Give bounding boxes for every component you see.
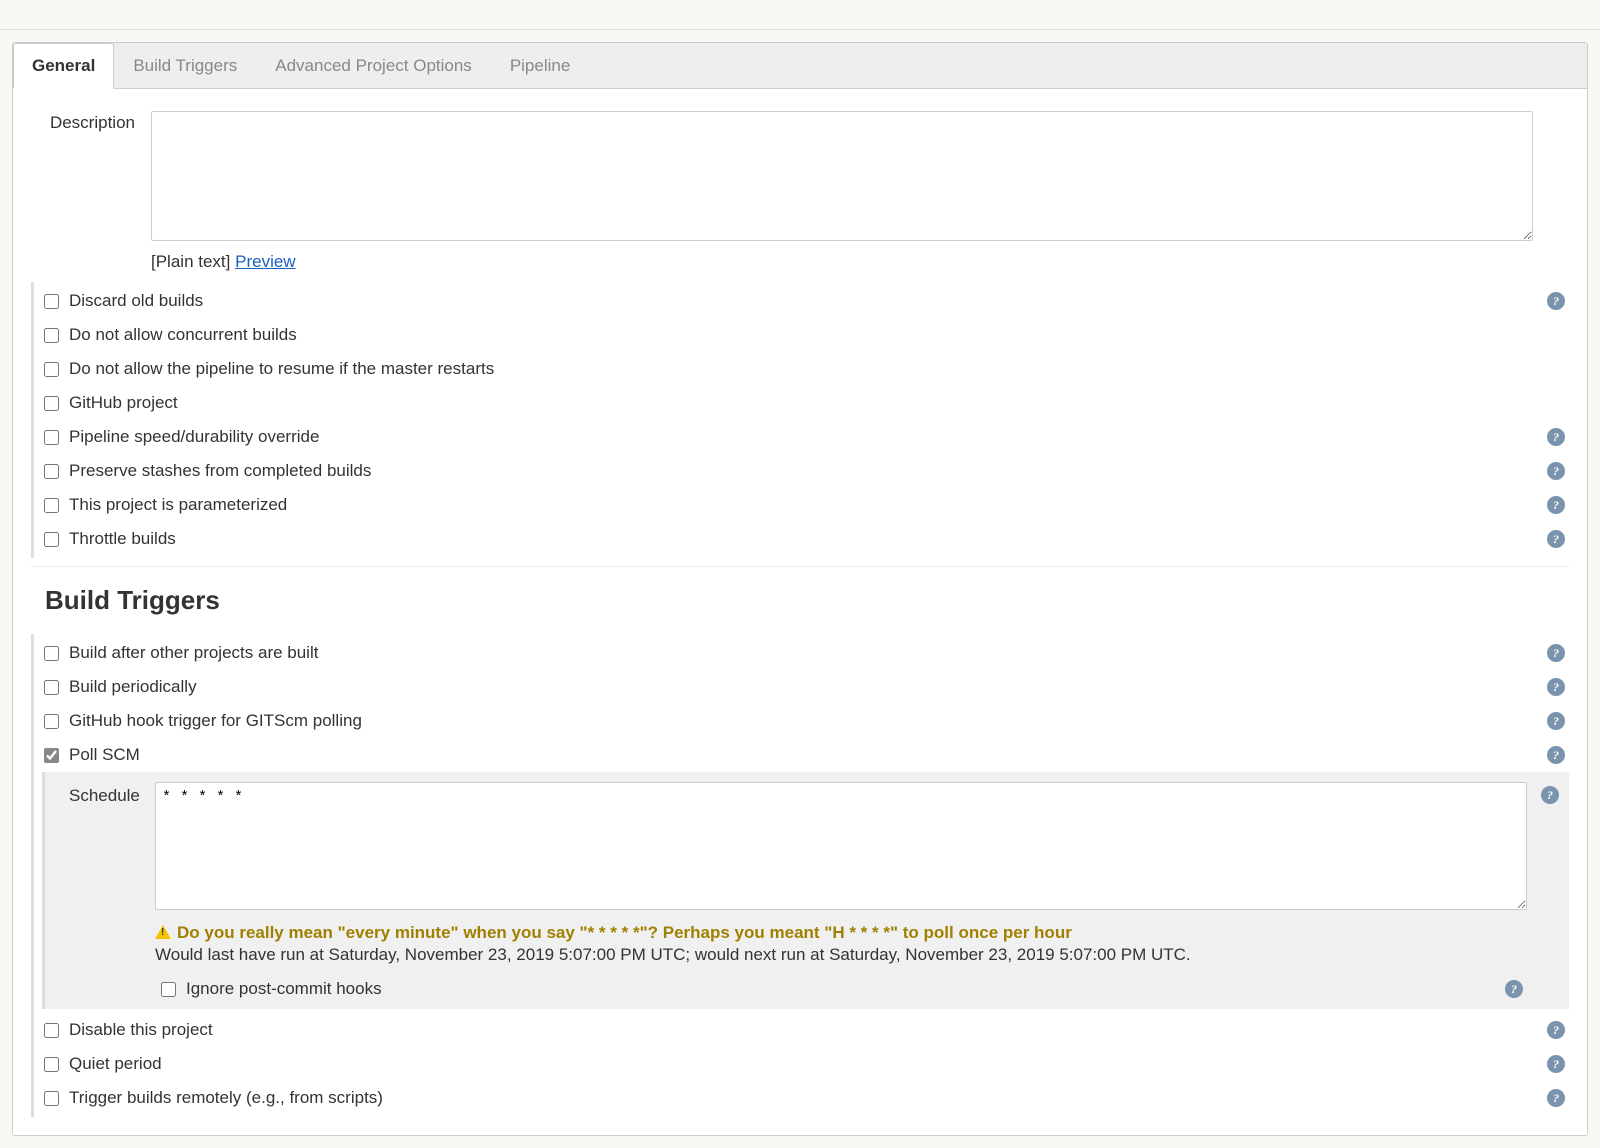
tab-general[interactable]: General: [13, 43, 114, 89]
warning-icon: [155, 925, 171, 939]
schedule-warning-text: Do you really mean "every minute" when y…: [177, 923, 1072, 943]
schedule-label: Schedule: [55, 782, 155, 806]
help-icon[interactable]: ?: [1547, 746, 1565, 764]
no-resume-checkbox[interactable]: [44, 362, 59, 377]
poll-scm-schedule-block: Schedule Do you really mean "every minut…: [42, 772, 1569, 1009]
parameterized-checkbox[interactable]: [44, 498, 59, 513]
preserve-stashes-checkbox[interactable]: [44, 464, 59, 479]
config-panel: General Build Triggers Advanced Project …: [12, 42, 1588, 1136]
help-icon[interactable]: ?: [1547, 712, 1565, 730]
trigger-remote-label[interactable]: Trigger builds remotely (e.g., from scri…: [69, 1088, 1567, 1108]
throttle-builds-label[interactable]: Throttle builds: [69, 529, 1567, 549]
top-strip: [0, 0, 1600, 30]
preserve-stashes-label[interactable]: Preserve stashes from completed builds: [69, 461, 1567, 481]
no-concurrent-checkbox[interactable]: [44, 328, 59, 343]
schedule-info-text: Would last have run at Saturday, Novembe…: [155, 945, 1527, 965]
trigger-remote-checkbox[interactable]: [44, 1091, 59, 1106]
github-project-label[interactable]: GitHub project: [69, 393, 1567, 413]
config-content: Description [Plain text] Preview Discard…: [13, 89, 1587, 1135]
tab-advanced-project-options[interactable]: Advanced Project Options: [256, 43, 491, 89]
github-hook-checkbox[interactable]: [44, 714, 59, 729]
help-icon[interactable]: ?: [1547, 1055, 1565, 1073]
build-triggers-heading: Build Triggers: [31, 566, 1569, 624]
general-options-block: Discard old builds ? Do not allow concur…: [31, 282, 1569, 558]
help-icon[interactable]: ?: [1541, 786, 1559, 804]
config-tabs: General Build Triggers Advanced Project …: [13, 43, 1587, 89]
discard-old-builds-label[interactable]: Discard old builds: [69, 291, 1567, 311]
github-project-checkbox[interactable]: [44, 396, 59, 411]
help-icon[interactable]: ?: [1547, 1089, 1565, 1107]
ignore-post-commit-hooks-checkbox[interactable]: [161, 982, 176, 997]
ignore-post-commit-hooks-label[interactable]: Ignore post-commit hooks: [186, 979, 382, 999]
quiet-period-checkbox[interactable]: [44, 1057, 59, 1072]
disable-project-label[interactable]: Disable this project: [69, 1020, 1567, 1040]
help-icon[interactable]: ?: [1547, 292, 1565, 310]
no-concurrent-label[interactable]: Do not allow concurrent builds: [69, 325, 1567, 345]
no-resume-label[interactable]: Do not allow the pipeline to resume if t…: [69, 359, 1567, 379]
poll-scm-label[interactable]: Poll SCM: [69, 745, 1567, 765]
speed-durability-checkbox[interactable]: [44, 430, 59, 445]
preview-link[interactable]: Preview: [235, 252, 295, 271]
help-icon[interactable]: ?: [1547, 644, 1565, 662]
speed-durability-label[interactable]: Pipeline speed/durability override: [69, 427, 1567, 447]
tab-build-triggers[interactable]: Build Triggers: [114, 43, 256, 89]
help-icon[interactable]: ?: [1547, 496, 1565, 514]
build-periodically-label[interactable]: Build periodically: [69, 677, 1567, 697]
description-row: Description [Plain text] Preview: [31, 111, 1569, 272]
help-icon[interactable]: ?: [1547, 1021, 1565, 1039]
build-after-label[interactable]: Build after other projects are built: [69, 643, 1567, 663]
help-icon[interactable]: ?: [1547, 530, 1565, 548]
description-format-label: [Plain text]: [151, 252, 230, 271]
tab-pipeline[interactable]: Pipeline: [491, 43, 590, 89]
help-icon[interactable]: ?: [1547, 462, 1565, 480]
schedule-textarea[interactable]: [155, 782, 1527, 910]
description-textarea[interactable]: [151, 111, 1533, 241]
build-triggers-block: Build after other projects are built ? B…: [31, 634, 1569, 1011]
discard-old-builds-checkbox[interactable]: [44, 294, 59, 309]
help-icon[interactable]: ?: [1505, 980, 1523, 998]
build-after-checkbox[interactable]: [44, 646, 59, 661]
poll-scm-checkbox[interactable]: [44, 748, 59, 763]
github-hook-label[interactable]: GitHub hook trigger for GITScm polling: [69, 711, 1567, 731]
help-icon[interactable]: ?: [1547, 428, 1565, 446]
build-periodically-checkbox[interactable]: [44, 680, 59, 695]
more-options-block: Disable this project ? Quiet period ? Tr…: [31, 1011, 1569, 1117]
description-label: Description: [31, 111, 151, 133]
help-icon[interactable]: ?: [1547, 678, 1565, 696]
quiet-period-label[interactable]: Quiet period: [69, 1054, 1567, 1074]
throttle-builds-checkbox[interactable]: [44, 532, 59, 547]
parameterized-label[interactable]: This project is parameterized: [69, 495, 1567, 515]
disable-project-checkbox[interactable]: [44, 1023, 59, 1038]
